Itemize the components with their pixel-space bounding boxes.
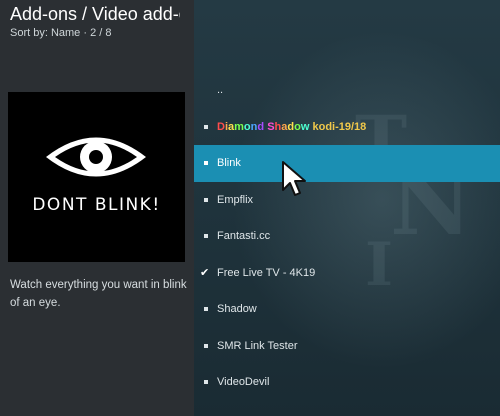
list-item-blink[interactable]: Blink bbox=[194, 145, 500, 182]
addon-description: Watch everything you want in blink of an… bbox=[10, 279, 187, 309]
list-item-smr-link-tester[interactable]: SMR Link Tester bbox=[194, 328, 500, 365]
list-item-label: Diamond Shadow kodi-19/18 bbox=[217, 121, 366, 133]
list-item-fantasti[interactable]: Fantasti.cc bbox=[194, 218, 500, 255]
info-panel: Add-ons / Video add-ons Sort by: Name · … bbox=[0, 0, 194, 416]
rainbow-char: m bbox=[234, 120, 244, 133]
list-item-empflix[interactable]: Empflix bbox=[194, 182, 500, 219]
list-item-label: Fantasti.cc bbox=[217, 230, 271, 243]
rainbow-char: o bbox=[243, 120, 251, 133]
list-item-parent[interactable]: .. bbox=[194, 72, 500, 109]
list-item-label: SMR Link Tester bbox=[217, 339, 298, 352]
list-item-videodevil[interactable]: VideoDevil bbox=[194, 364, 500, 401]
mouse-pointer-icon bbox=[282, 161, 306, 196]
version-suffix: kodi-19/18 bbox=[312, 120, 367, 133]
list-item-label: Shadow bbox=[217, 303, 257, 316]
checkmark-icon: ✔ bbox=[200, 267, 210, 280]
thumbnail-logo-text: DONT BLINK! bbox=[32, 195, 161, 215]
sort-info[interactable]: Sort by: Name · 2 / 8 bbox=[10, 27, 111, 39]
bullet-icon bbox=[204, 307, 208, 312]
bullet-icon bbox=[204, 234, 208, 239]
bullet-icon bbox=[204, 197, 208, 202]
breadcrumb-title: Add-ons / Video add-ons bbox=[10, 4, 180, 24]
list-item-diamond-shadow[interactable]: Diamond Shadow kodi-19/18 bbox=[194, 109, 500, 146]
addon-list: .. Diamond Shadow kodi-19/18 Blink Empfl… bbox=[194, 72, 500, 401]
bullet-icon bbox=[204, 161, 208, 166]
bullet-icon bbox=[204, 380, 208, 385]
list-item-label: VideoDevil bbox=[217, 376, 270, 389]
list-item-label: Free Live TV - 4K19 bbox=[217, 266, 316, 279]
list-item-label: Empflix bbox=[217, 193, 254, 206]
list-item-free-live-tv[interactable]: ✔ Free Live TV - 4K19 bbox=[194, 255, 500, 292]
list-item-shadow[interactable]: Shadow bbox=[194, 291, 500, 328]
list-item-label: Blink bbox=[217, 157, 241, 170]
rainbow-char: w bbox=[300, 120, 310, 133]
rainbow-label: Diamond Shadow bbox=[217, 121, 309, 133]
rainbow-char: o bbox=[294, 120, 301, 133]
bullet-icon bbox=[204, 343, 208, 348]
eye-icon bbox=[46, 137, 146, 177]
parent-folder-label: .. bbox=[217, 84, 224, 97]
addon-thumbnail: DONT BLINK! bbox=[8, 92, 185, 262]
bullet-icon bbox=[204, 124, 208, 129]
rainbow-char: S bbox=[267, 120, 275, 133]
rainbow-char: D bbox=[217, 120, 225, 133]
